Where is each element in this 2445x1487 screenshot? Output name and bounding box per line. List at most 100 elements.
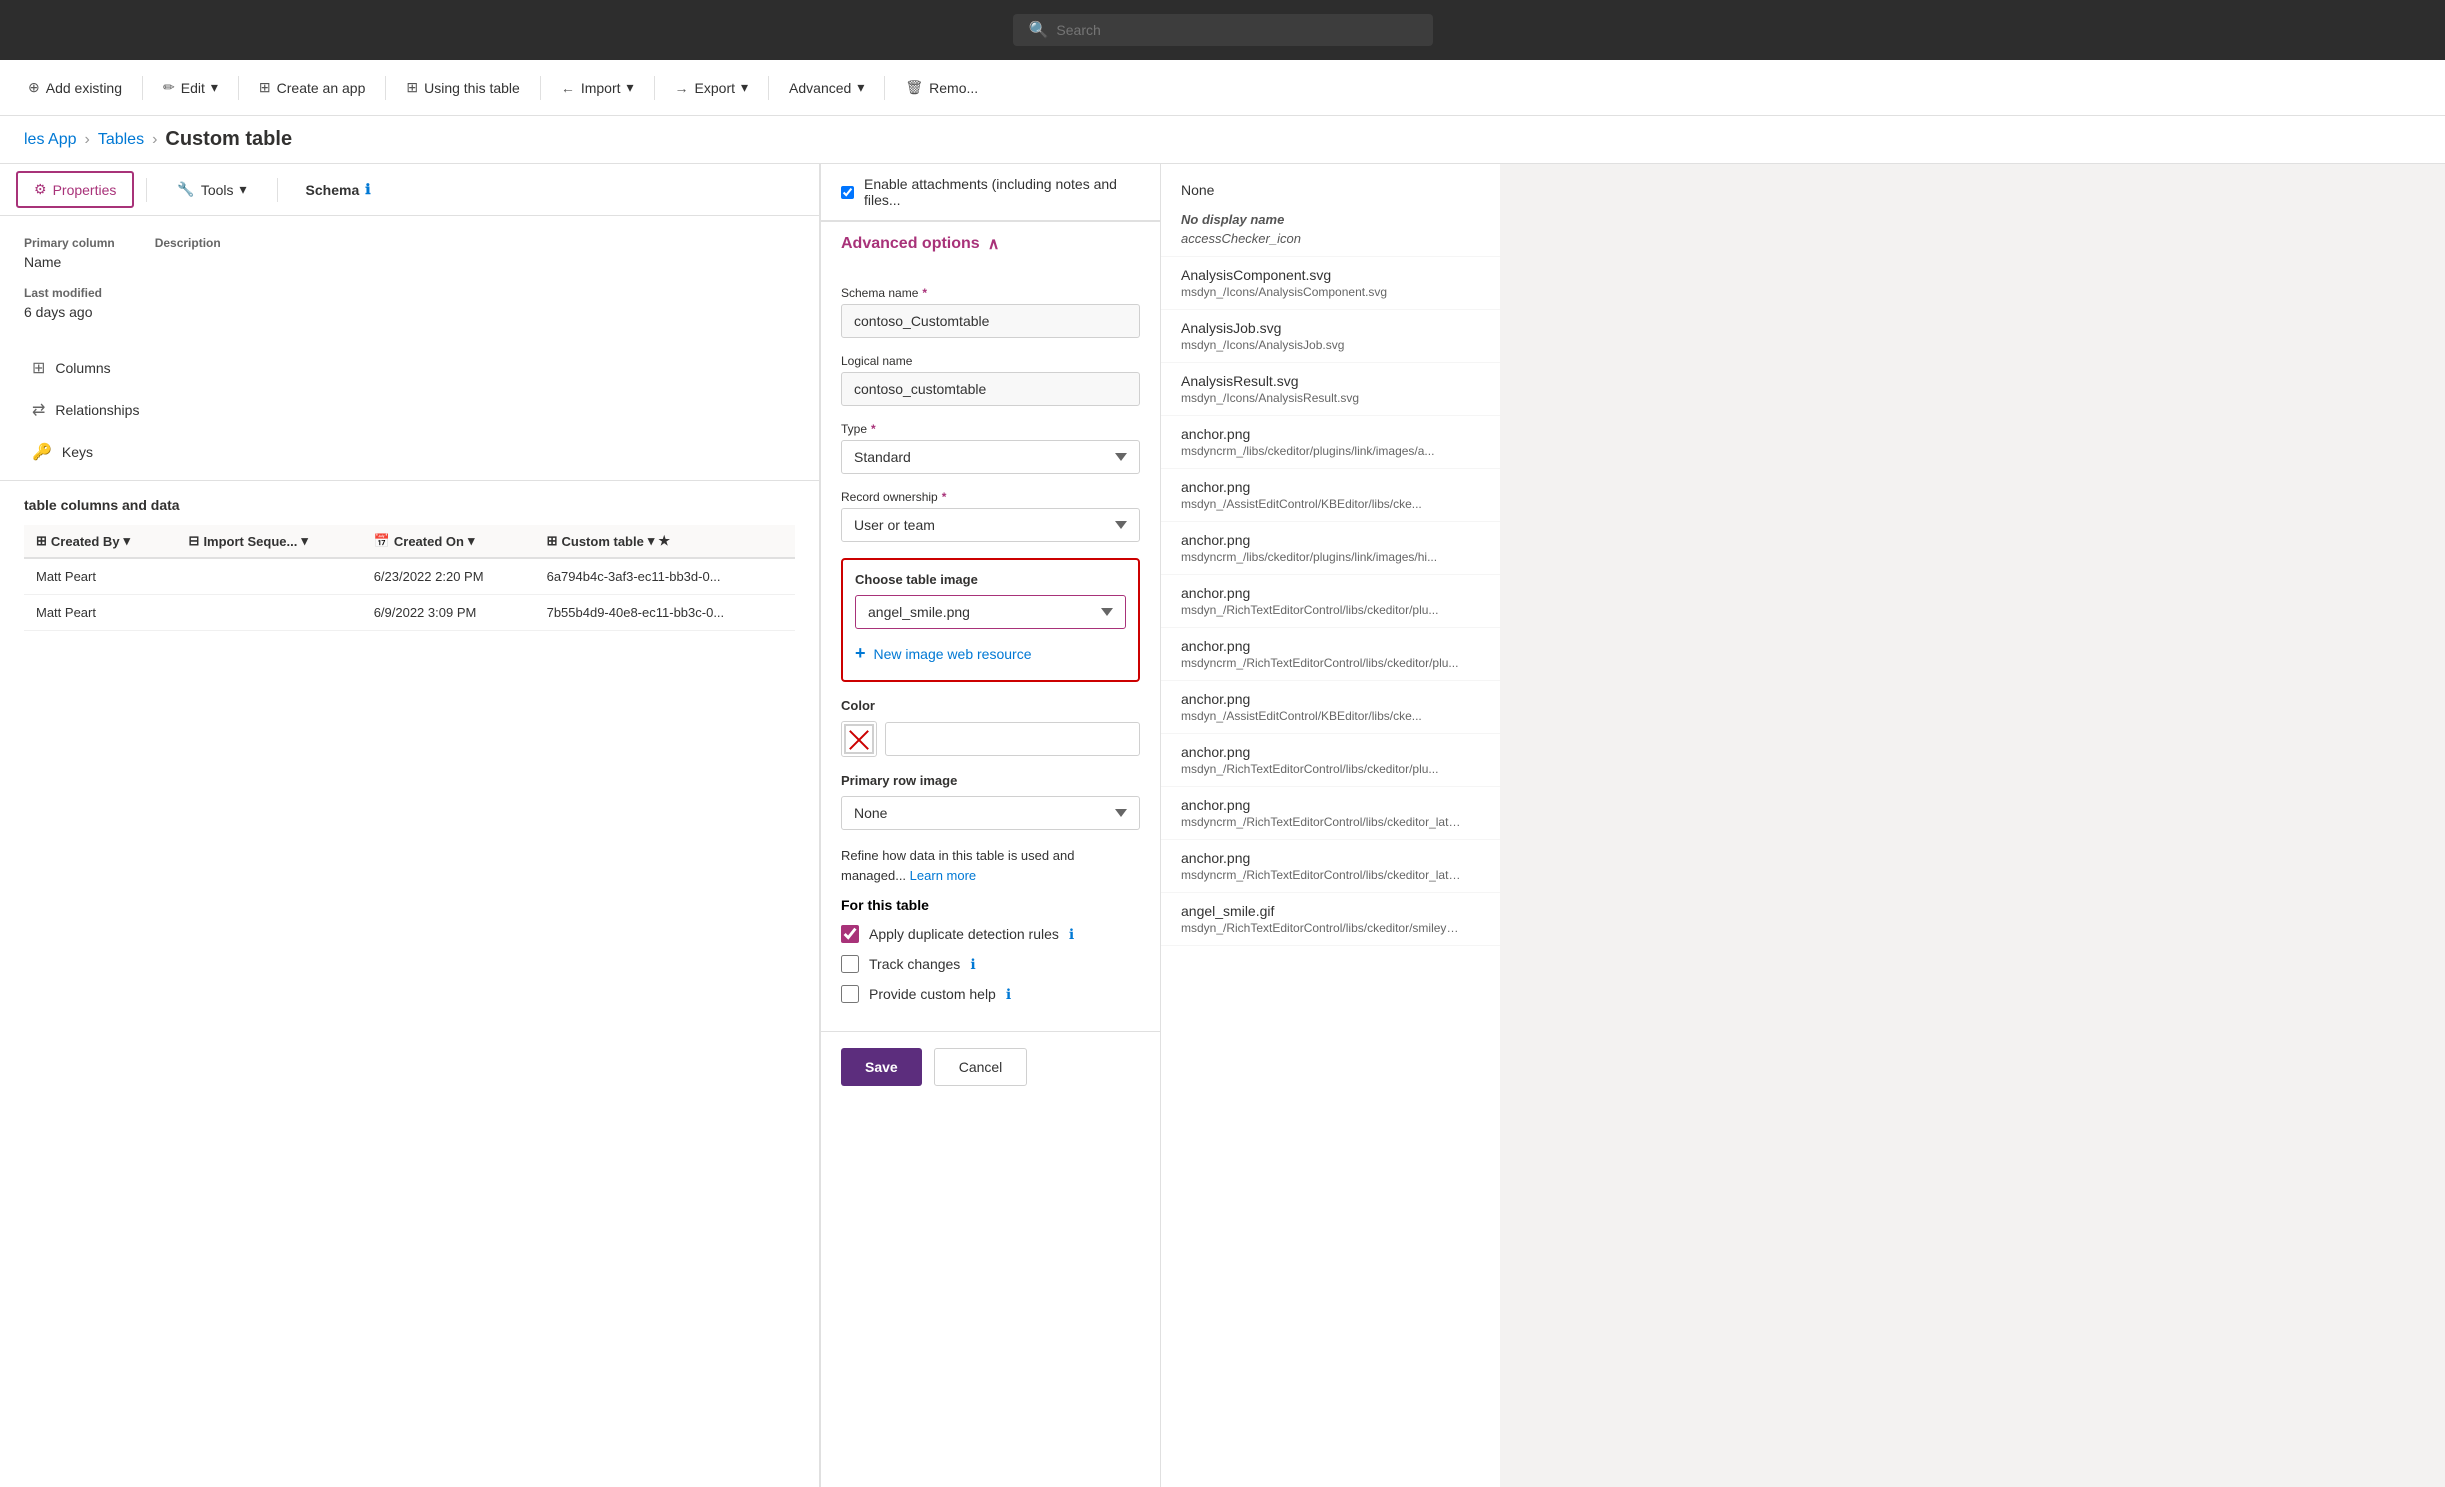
list-item-sub: msdyn_/RichTextEditorControl/libs/ckedit… <box>1181 762 1461 776</box>
list-item-name: AnalysisComponent.svg <box>1181 267 1480 283</box>
choose-image-section: Choose table image angel_smile.png + New… <box>841 558 1140 682</box>
toolbar-separator-2 <box>238 76 239 100</box>
breadcrumb-app[interactable]: les App <box>24 131 76 149</box>
list-item[interactable]: AnalysisResult.svg msdyn_/Icons/Analysis… <box>1161 363 1500 416</box>
search-box[interactable]: 🔍 <box>1013 14 1433 46</box>
advanced-options-header[interactable]: Advanced options ∧ <box>821 221 1160 266</box>
no-display-sub: accessChecker_icon <box>1161 227 1500 257</box>
schema-name-field: Schema name * <box>841 286 1140 338</box>
breadcrumb-tables[interactable]: Tables <box>98 131 144 149</box>
apply-duplicate-checkbox[interactable] <box>841 925 859 943</box>
list-item-sub: msdyn_/Icons/AnalysisResult.svg <box>1181 391 1461 405</box>
list-item-sub: msdyncrm_/RichTextEditorControl/libs/cke… <box>1181 815 1461 829</box>
image-dropdown[interactable]: angel_smile.png <box>855 595 1126 629</box>
required-star-type: * <box>871 422 876 436</box>
save-button[interactable]: Save <box>841 1048 922 1086</box>
col-import-seq[interactable]: ⊟ Import Seque... ▾ <box>177 525 362 558</box>
list-item[interactable]: anchor.png msdyn_/RichTextEditorControl/… <box>1161 734 1500 787</box>
list-item[interactable]: anchor.png msdyn_/AssistEditControl/KBEd… <box>1161 681 1500 734</box>
top-bar: 🔍 <box>0 0 2445 60</box>
advanced-button[interactable]: Advanced ▾ <box>777 73 876 102</box>
import-icon: ← <box>561 80 575 96</box>
list-item[interactable]: anchor.png msdyncrm_/RichTextEditorContr… <box>1161 628 1500 681</box>
learn-more-link[interactable]: Learn more <box>910 868 976 883</box>
list-item-sub: msdyn_/RichTextEditorControl/libs/ckedit… <box>1181 603 1461 617</box>
add-existing-button[interactable]: ⊕ Add existing <box>16 73 134 102</box>
import-button[interactable]: ← Import ▾ <box>549 73 646 102</box>
record-ownership-select[interactable]: User or team <box>841 508 1140 542</box>
logical-name-input[interactable] <box>841 372 1140 406</box>
export-button[interactable]: → Export ▾ <box>663 73 761 102</box>
main-layout: ⚙ Properties 🔧 Tools ▾ Schema ℹ Primary … <box>0 164 2445 1487</box>
tab-tools[interactable]: 🔧 Tools ▾ <box>159 171 264 208</box>
list-item[interactable]: anchor.png msdyncrm_/RichTextEditorContr… <box>1161 787 1500 840</box>
data-table: ⊞ Created By ▾ ⊟ Import Seque... ▾ <box>24 525 795 631</box>
track-changes-checkbox[interactable] <box>841 955 859 973</box>
logical-name-label: Logical name <box>841 354 1140 368</box>
toolbar-separator-6 <box>768 76 769 100</box>
edit-button[interactable]: ✏ Edit ▾ <box>151 73 230 102</box>
schema-nav-relationships[interactable]: ⇄ Relationships <box>16 390 803 430</box>
breadcrumb-sep-2: › <box>152 131 157 149</box>
list-item-name: AnalysisJob.svg <box>1181 320 1480 336</box>
refine-section: Refine how data in this table is used an… <box>821 846 1160 1031</box>
list-item-sub: msdyn_/Icons/AnalysisComponent.svg <box>1181 285 1461 299</box>
list-item[interactable]: anchor.png msdyncrm_/libs/ckeditor/plugi… <box>1161 416 1500 469</box>
dropdown-list-panel: None No display name accessChecker_icon … <box>1160 164 1500 1487</box>
last-modified-value: 6 days ago <box>24 304 795 320</box>
create-app-button[interactable]: ⊞ Create an app <box>247 73 377 102</box>
list-item[interactable]: anchor.png msdyncrm_/RichTextEditorContr… <box>1161 840 1500 893</box>
list-item[interactable]: AnalysisJob.svg msdyn_/Icons/AnalysisJob… <box>1161 310 1500 363</box>
color-input[interactable] <box>885 722 1140 756</box>
record-ownership-label: Record ownership * <box>841 490 1140 504</box>
enable-attachments-row: Enable attachments (including notes and … <box>821 164 1160 221</box>
col-custom-table[interactable]: ⊞ Custom table ▾ ★ <box>535 525 795 558</box>
list-item-name: anchor.png <box>1181 744 1480 760</box>
edit-icon: ✏ <box>163 79 175 96</box>
list-item[interactable]: anchor.png msdyn_/AssistEditControl/KBEd… <box>1161 469 1500 522</box>
sort-icon: ▾ <box>124 533 131 549</box>
col-created-by[interactable]: ⊞ Created By ▾ <box>24 525 177 558</box>
custom-table-col-icon: ⊞ <box>547 533 558 549</box>
provide-custom-help-checkbox[interactable] <box>841 985 859 1003</box>
list-item-name: anchor.png <box>1181 426 1480 442</box>
list-item[interactable]: AnalysisComponent.svg msdyn_/Icons/Analy… <box>1161 257 1500 310</box>
cancel-button[interactable]: Cancel <box>934 1048 1028 1086</box>
using-table-button[interactable]: ⊞ Using this table <box>394 73 531 102</box>
list-item[interactable]: anchor.png msdyn_/RichTextEditorControl/… <box>1161 575 1500 628</box>
dropdown-none-item[interactable]: None <box>1161 172 1500 208</box>
list-item-sub: msdyncrm_/libs/ckeditor/plugins/link/ima… <box>1181 550 1461 564</box>
tab-properties[interactable]: ⚙ Properties <box>16 171 134 208</box>
search-icon: 🔍 <box>1029 20 1049 40</box>
type-label: Type * <box>841 422 1140 436</box>
cell-import-seq <box>177 595 362 631</box>
list-item[interactable]: anchor.png msdyncrm_/libs/ckeditor/plugi… <box>1161 522 1500 575</box>
advanced-chevron-icon: ▾ <box>857 79 864 96</box>
new-image-web-resource-button[interactable]: + New image web resource <box>855 639 1031 668</box>
primary-image-select[interactable]: None <box>841 796 1140 830</box>
color-swatch[interactable] <box>841 721 877 757</box>
list-item[interactable]: angel_smile.gif msdyn_/RichTextEditorCon… <box>1161 893 1500 946</box>
props-section: Schema name * Logical name Type * <box>821 266 1160 558</box>
list-item-name: anchor.png <box>1181 585 1480 601</box>
choose-image-label: Choose table image <box>855 572 1126 587</box>
enable-attachments-checkbox[interactable] <box>841 186 854 199</box>
col-created-on[interactable]: 📅 Created On ▾ <box>362 525 535 558</box>
type-select[interactable]: Standard <box>841 440 1140 474</box>
toolbar-separator-4 <box>540 76 541 100</box>
table-row: Matt Peart 6/9/2022 3:09 PM 7b55b4d9-40e… <box>24 595 795 631</box>
cell-custom-table: 7b55b4d9-40e8-ec11-bb3c-0... <box>535 595 795 631</box>
relationships-icon: ⇄ <box>32 400 45 420</box>
schema-nav-keys[interactable]: 🔑 Keys <box>16 432 803 472</box>
schema-name-input[interactable] <box>841 304 1140 338</box>
schema-name-label: Schema name * <box>841 286 1140 300</box>
cell-created-on: 6/23/2022 2:20 PM <box>362 558 535 595</box>
tab-sep <box>146 178 147 202</box>
color-swatch-x <box>844 724 874 754</box>
search-input[interactable] <box>1056 22 1416 38</box>
table-row: Matt Peart 6/23/2022 2:20 PM 6a794b4c-3a… <box>24 558 795 595</box>
schema-nav-columns[interactable]: ⊞ Columns <box>16 348 803 388</box>
sort-icon-3: ▾ <box>468 533 475 549</box>
remove-button[interactable]: 🗑 Remo... <box>893 73 990 102</box>
dropdown-items-container: AnalysisComponent.svg msdyn_/Icons/Analy… <box>1161 257 1500 946</box>
